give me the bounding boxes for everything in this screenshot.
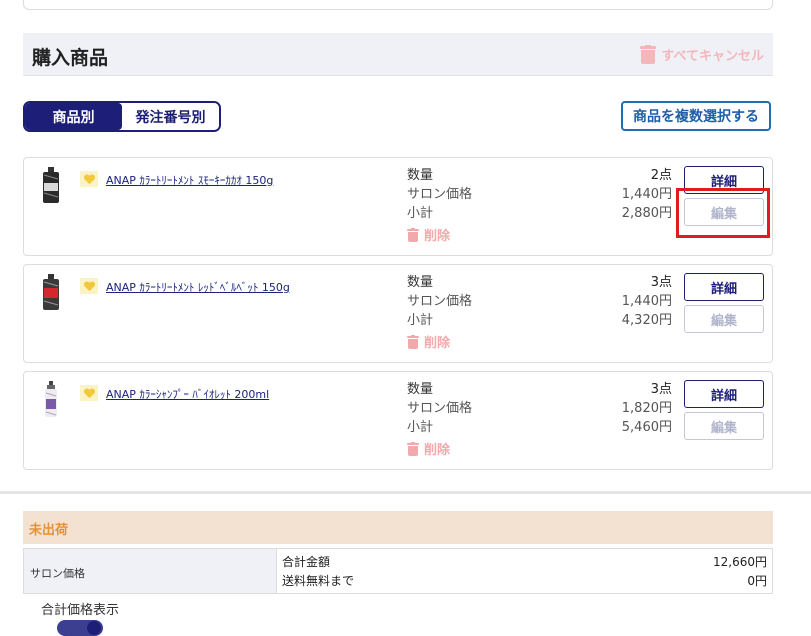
summary-labels: 合計金額 送料無料まで	[282, 553, 354, 591]
subtotal-label: 小計	[407, 313, 434, 328]
product-thumbnail	[43, 274, 59, 310]
item-values: 2点 1,440円 2,880円	[622, 166, 672, 223]
trash-icon	[407, 227, 419, 242]
product-name-link[interactable]: ANAP ｶﾗｰﾄﾘｰﾄﾒﾝﾄ ｽﾓｰｷｰｶｶｵ 150g	[106, 172, 273, 188]
quantity-label: 数量	[407, 275, 434, 290]
product-thumbnail	[43, 167, 59, 203]
product-card: ANAP ｶﾗｰﾄﾘｰﾄﾒﾝﾄ ﾚｯﾄﾞﾍﾞﾙﾍﾞｯﾄ 150g 数量 サロン価…	[23, 264, 773, 363]
delete-label: 削除	[424, 229, 451, 244]
detail-button[interactable]: 詳細	[684, 273, 764, 301]
salon-price-value: 1,440円	[621, 187, 672, 202]
subtotal-value: 4,320円	[621, 313, 672, 328]
cancel-all-button[interactable]: すべてキャンセル	[640, 45, 764, 64]
unshipped-status-bar: 未出荷	[23, 511, 773, 544]
price-summary-table: サロン価格 合計金額 送料無料まで 12,660円 0円	[23, 548, 773, 594]
purchased-items-header: 購入商品 すべてキャンセル	[23, 33, 773, 76]
delete-button[interactable]: 削除	[407, 439, 450, 458]
section-divider	[0, 491, 811, 494]
salon-price-value: 1,440円	[621, 294, 672, 309]
salon-price-label: サロン価格	[407, 187, 473, 202]
tab-by-product[interactable]: 商品別	[25, 103, 122, 130]
quantity-label: 数量	[407, 382, 434, 397]
item-labels: 数量 サロン価格 小計	[407, 166, 472, 223]
subtotal-label: 小計	[407, 206, 434, 221]
item-values: 3点 1,440円 4,320円	[622, 273, 672, 330]
salon-price-value: 1,820円	[621, 401, 672, 416]
delete-label: 削除	[424, 336, 451, 351]
quantity-value: 3点	[650, 275, 672, 290]
delete-button[interactable]: 削除	[407, 332, 450, 351]
delete-button[interactable]: 削除	[407, 225, 450, 244]
trash-icon	[407, 334, 419, 349]
unshipped-status-label: 未出荷	[29, 523, 69, 538]
item-labels: 数量 サロン価格 小計	[407, 380, 472, 437]
quantity-value: 2点	[650, 168, 672, 183]
product-thumbnail	[45, 381, 57, 417]
favorite-heart-icon[interactable]	[80, 171, 98, 187]
product-card: ANAP ｶﾗｰｼｬﾝﾌﾟｰ ﾊﾞｲｵﾚｯﾄ 200ml 数量 サロン価格 小計…	[23, 371, 773, 470]
highlight-box	[676, 188, 770, 238]
tab-by-order-number[interactable]: 発注番号別	[122, 103, 219, 130]
product-name-link[interactable]: ANAP ｶﾗｰｼｬﾝﾌﾟｰ ﾊﾞｲｵﾚｯﾄ 200ml	[106, 386, 269, 402]
item-labels: 数量 サロン価格 小計	[407, 273, 472, 330]
edit-button[interactable]: 編集	[684, 412, 764, 440]
salon-price-label: サロン価格	[407, 294, 473, 309]
multi-select-button[interactable]: 商品を複数選択する	[621, 101, 771, 131]
section-title: 購入商品	[32, 47, 109, 69]
favorite-heart-icon[interactable]	[80, 278, 98, 294]
subtotal-value: 2,880円	[621, 206, 672, 221]
free-shipping-label: 送料無料まで	[282, 574, 355, 588]
subtotal-value: 5,460円	[621, 420, 672, 435]
trash-icon	[640, 45, 657, 64]
quantity-value: 3点	[650, 382, 672, 397]
item-values: 3点 1,820円 5,460円	[622, 380, 672, 437]
total-price-display-label: 合計価格表示	[41, 603, 120, 618]
total-price-display-toggle[interactable]	[57, 620, 103, 636]
free-shipping-value: 0円	[747, 574, 767, 588]
cancel-all-label: すべてキャンセル	[661, 49, 764, 64]
total-amount-label: 合計金額	[282, 555, 331, 569]
detail-button[interactable]: 詳細	[684, 380, 764, 408]
salon-price-label: サロン価格	[407, 401, 473, 416]
quantity-label: 数量	[407, 168, 434, 183]
subtotal-label: 小計	[407, 420, 434, 435]
salon-price-row-label: サロン価格	[30, 567, 85, 580]
product-name-link[interactable]: ANAP ｶﾗｰﾄﾘｰﾄﾒﾝﾄ ﾚｯﾄﾞﾍﾞﾙﾍﾞｯﾄ 150g	[106, 279, 290, 295]
previous-card	[23, 0, 773, 10]
toggle-knob	[87, 621, 101, 635]
product-card: ANAP ｶﾗｰﾄﾘｰﾄﾒﾝﾄ ｽﾓｰｷｰｶｶｵ 150g 数量 サロン価格 小…	[23, 157, 773, 256]
delete-label: 削除	[424, 443, 451, 458]
trash-icon	[407, 441, 419, 456]
view-toggle: 商品別 発注番号別	[23, 101, 221, 132]
summary-values: 12,660円 0円	[713, 553, 767, 591]
favorite-heart-icon[interactable]	[80, 385, 98, 401]
edit-button[interactable]: 編集	[684, 305, 764, 333]
price-row-header: サロン価格	[24, 549, 277, 593]
total-amount-value: 12,660円	[713, 555, 767, 569]
